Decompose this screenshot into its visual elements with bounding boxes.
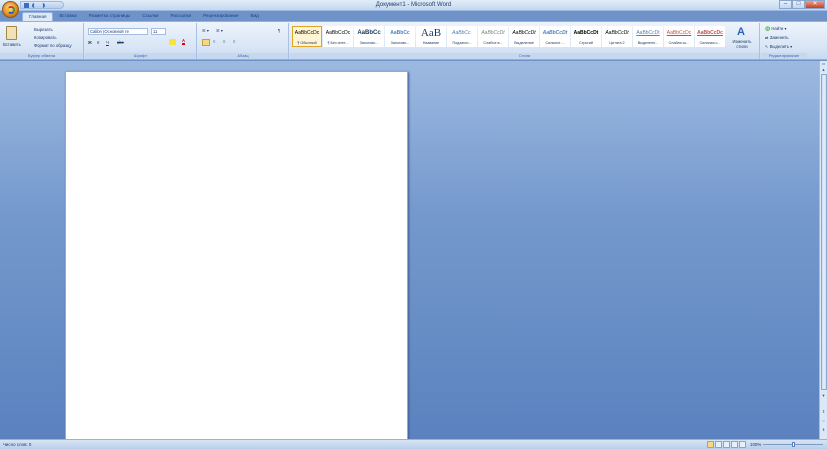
tab-page-layout[interactable]: Разметка страницы [83,12,137,21]
draft-view-button[interactable] [739,441,746,448]
style-subtitle[interactable]: AaBbCc. Подзагол... [447,26,477,47]
show-formatting-icon[interactable]: ¶ [278,28,280,33]
minimize-button[interactable]: – [779,0,792,9]
outline-view-button[interactable] [731,441,738,448]
style-intense-quote[interactable]: AaBbCcDt Выделенн... [633,26,663,47]
styles-group-label: Стили [290,53,759,59]
style-heading-2[interactable]: AaBbCc Заголово... [385,26,415,47]
print-layout-view-button[interactable] [707,441,714,448]
style-normal[interactable]: AaBbCcDc ¶ Обычный [292,26,322,47]
font-name-select[interactable]: Calibri (Основной те [88,28,148,35]
view-buttons [707,441,746,448]
next-page-button[interactable]: ⇟ [820,427,827,433]
word-count[interactable]: Число слов: 0 [3,442,31,447]
select-button[interactable]: ↖ Выделить ▾ [765,44,792,49]
previous-page-button[interactable]: ⇞ [820,409,827,415]
replace-button[interactable]: ⇄ Заменить [765,35,789,40]
align-center-icon[interactable]: ≡ [213,39,215,44]
clipboard-group-label: Буфер обмена [0,53,83,59]
change-styles-icon[interactable]: A [737,26,747,38]
browse-object-button[interactable]: ○ [820,418,827,424]
style-strong[interactable]: AaBbCcDt Строгий [571,26,601,47]
style-emphasis[interactable]: AaBbCcDt Выделение [509,26,539,47]
find-label: Найти [771,26,784,31]
window-controls: – □ ✕ [779,0,825,9]
highlight-icon[interactable] [169,39,176,45]
font-size-select[interactable]: 11 [151,28,166,35]
tab-insert[interactable]: Вставка [53,12,82,21]
title-bar: Документ1 - Microsoft Word – □ ✕ [0,0,827,11]
scroll-thumb[interactable] [821,74,827,390]
binoculars-icon: ♎ [765,26,771,31]
select-label: Выделить [769,44,790,49]
undo-icon[interactable] [32,2,37,8]
style-no-spacing[interactable]: AaBbCcDc ¶ Без инте... [323,26,353,47]
vertical-scrollbar[interactable]: ▭ ▲ ▼ ⇞ ○ ⇟ [819,61,827,439]
numbering-icon[interactable]: ☰ ▾ [216,28,223,33]
paragraph-group-label: Абзац [198,53,288,59]
status-bar: Число слов: 0 100% [0,439,827,449]
web-layout-view-button[interactable] [723,441,730,448]
font-color-icon[interactable]: A [182,38,186,45]
styles-group: AaBbCcDc ¶ Обычный AaBbCcDc ¶ Без инте... … [290,23,760,59]
ribbon: Вставить Вырезать Копировать Формат по о… [0,21,827,60]
redo-icon[interactable] [40,2,45,8]
quick-access-toolbar [20,1,64,9]
style-title[interactable]: AaB Название [416,26,446,47]
change-styles-button[interactable]: Изменить стили [731,39,753,49]
editing-group-label: Редактирование [761,53,807,59]
style-heading-1[interactable]: AaBbCc Заголово... [354,26,384,47]
tab-review[interactable]: Рецензирование [197,12,244,21]
cut-button[interactable]: Вырезать [34,27,53,32]
document-page[interactable] [65,71,408,441]
copy-button[interactable]: Копировать [34,35,57,40]
close-button[interactable]: ✕ [805,0,825,9]
align-right-icon[interactable]: ≡ [223,39,225,44]
font-group-label: Шрифт [85,53,196,59]
window-title: Документ1 - Microsoft Word [375,2,452,8]
select-icon: ↖ [765,44,769,49]
style-subtle-emphasis[interactable]: AaBbCcDt Слабое в... [478,26,508,47]
bold-button[interactable]: Ж [88,40,92,45]
find-button[interactable]: ♎ Найти ▾ [765,26,787,32]
bullets-icon[interactable]: ☰ ▾ [202,28,209,33]
underline-button[interactable]: Ч [106,40,109,45]
office-logo-icon [6,5,15,14]
paste-button[interactable]: Вставить [3,42,21,47]
maximize-button[interactable]: □ [792,0,805,9]
style-subtle-reference[interactable]: AaBbCcDc Слабая сс... [664,26,694,47]
style-intense-reference[interactable]: AaBbCcDc Сильная с... [695,26,725,47]
justify-icon[interactable]: ≡ [233,39,235,44]
scroll-up-button[interactable]: ▲ [820,67,827,73]
replace-icon: ⇄ [765,35,769,40]
font-group: Calibri (Основной те 11 Ж К Ч abc A Шриф… [85,23,197,59]
format-painter-button[interactable]: Формат по образцу [34,43,72,48]
tab-mailings[interactable]: Рассылки [164,12,197,21]
style-intense-emphasis[interactable]: AaBbCcDt Сильное ... [540,26,570,47]
paste-icon[interactable] [6,26,17,40]
italic-button[interactable]: К [97,40,99,45]
align-left-icon[interactable] [202,39,210,46]
tab-references[interactable]: Ссылки [136,12,164,21]
tab-view[interactable]: Вид [245,12,265,21]
zoom-level[interactable]: 100% [750,442,761,447]
zoom-slider-knob[interactable] [792,442,795,447]
replace-label: Заменить [769,35,789,40]
office-button[interactable] [2,1,19,18]
save-icon[interactable] [24,2,29,8]
strikethrough-button[interactable]: abc [117,40,124,45]
styles-gallery: AaBbCcDc ¶ Обычный AaBbCcDc ¶ Без инте... … [292,26,725,47]
scroll-down-button[interactable]: ▼ [820,393,827,399]
ribbon-tabs: Главная Вставка Разметка страницы Ссылки… [22,12,265,21]
clipboard-group: Вставить Вырезать Копировать Формат по о… [0,23,84,59]
tab-home[interactable]: Главная [22,12,54,21]
style-quote-2[interactable]: AaBbCcDt Цитата 2 [602,26,632,47]
full-screen-reading-view-button[interactable] [715,441,722,448]
editing-group: ♎ Найти ▾ ⇄ Заменить ↖ Выделить ▾ Редакт… [761,23,807,59]
paragraph-group: ☰ ▾ ☰ ▾ ¶ ≡ ≡ ≡ Абзац [198,23,289,59]
